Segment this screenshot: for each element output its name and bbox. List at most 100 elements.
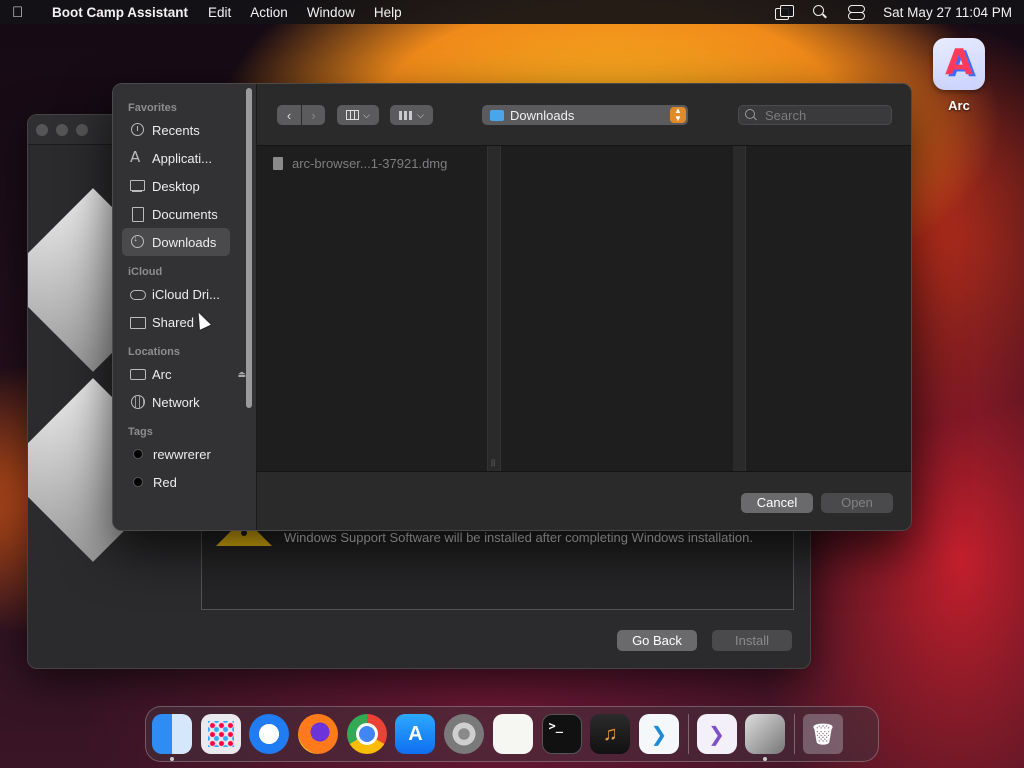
globe-icon [130, 395, 146, 409]
arc-app-icon [933, 38, 985, 90]
updown-chevron-icon: ▲ ▼ [670, 107, 686, 123]
dock-divider [687, 714, 689, 754]
sidebar-item-label: Downloads [152, 234, 217, 250]
location-label: Downloads [510, 107, 575, 123]
firefox-icon[interactable] [298, 714, 339, 754]
desktop-icon [130, 179, 146, 193]
search-input[interactable] [765, 107, 885, 123]
control-center-icon[interactable] [847, 5, 866, 20]
search-icon [745, 109, 757, 121]
grid-view-icon [399, 110, 414, 120]
file-name: arc-browser...1-37921.dmg [292, 156, 448, 171]
cancel-button[interactable]: Cancel [741, 493, 813, 513]
sidebar-item-recents[interactable]: Recents [122, 116, 230, 144]
app-store-icon[interactable]: A [395, 714, 436, 754]
menu-action[interactable]: Action [250, 5, 288, 20]
browser-column-1: arc-browser...1-37921.dmg [257, 146, 488, 471]
downloads-icon [130, 233, 146, 249]
sidebar-item-applications[interactable]: Applicati... [122, 144, 230, 172]
applications-icon [130, 148, 146, 166]
visual-studio-icon[interactable]: ❯ [696, 714, 737, 754]
apple-menu-icon[interactable]:  [12, 4, 38, 21]
vscode-icon[interactable]: ❯ [638, 714, 679, 754]
menu-app-name[interactable]: Boot Camp Assistant [52, 5, 188, 20]
launchpad-icon[interactable] [200, 714, 241, 754]
search-field[interactable] [738, 105, 892, 125]
document-icon [130, 207, 146, 222]
spotlight-search-icon[interactable] [811, 5, 829, 19]
sidebar-item-label: Recents [152, 122, 200, 138]
sidebar-section-favorites: Favorites [128, 102, 177, 114]
column-divider[interactable] [488, 146, 501, 471]
sidebar-item-label: Applicati... [152, 150, 212, 166]
tag-color-dot [133, 449, 143, 459]
menu-help[interactable]: Help [374, 5, 402, 20]
forward-button[interactable]: › [302, 105, 325, 125]
go-back-button[interactable]: Go Back [617, 630, 697, 651]
desktop-icon-label: Arc [948, 98, 970, 113]
menu-bar:  Boot Camp Assistant Edit Action Window… [0, 0, 1024, 24]
view-mode-button[interactable]: ⌵ [337, 105, 379, 125]
clock-icon [130, 123, 146, 137]
file-icon [273, 157, 283, 170]
sidebar-scrollbar[interactable] [246, 88, 252, 408]
finder-icon[interactable] [152, 714, 192, 761]
column-divider[interactable] [733, 146, 746, 471]
sidebar-item-label: rewwrerer [153, 446, 211, 462]
sidebar-section-locations: Locations [128, 346, 180, 358]
dialog-toolbar: ‹ › ⌵ ⌵ Downloads ▲ ▼ [257, 84, 911, 146]
back-button[interactable]: ‹ [277, 105, 301, 125]
open-button[interactable]: Open [821, 493, 893, 513]
screen-mirroring-icon[interactable] [775, 5, 795, 20]
settings-gear-icon[interactable] [444, 714, 485, 754]
sidebar-item-network[interactable]: Network [122, 388, 230, 416]
sidebar-item-tag-rewwrerer[interactable]: rewwrerer [122, 440, 230, 468]
tag-color-dot [133, 477, 143, 487]
desktop-icon-arc[interactable]: Arc [926, 38, 992, 113]
chevron-left-icon: ‹ [286, 107, 292, 123]
sidebar-item-desktop[interactable]: Desktop [122, 172, 230, 200]
info-box: Windows Support Software will be install… [201, 518, 794, 610]
chevron-down-icon: ⌵ [417, 109, 424, 120]
sidebar-item-arc-volume[interactable]: Arc ⏏ [122, 360, 246, 388]
close-window-button[interactable] [36, 124, 48, 136]
dialog-sidebar: Favorites Recents Applicati... Desktop D… [113, 84, 257, 530]
menu-edit[interactable]: Edit [208, 5, 231, 20]
bootcamp-icon[interactable] [745, 714, 786, 761]
sidebar-item-label: Red [153, 474, 177, 490]
sidebar-section-tags: Tags [128, 426, 153, 438]
safari-icon[interactable] [249, 714, 290, 754]
install-button[interactable]: Install [712, 630, 792, 651]
column-view-icon [346, 110, 360, 120]
group-by-button[interactable]: ⌵ [390, 105, 433, 125]
dialog-footer: Cancel Open [257, 471, 911, 530]
chrome-icon[interactable] [346, 714, 387, 754]
file-browser-columns: arc-browser...1-37921.dmg || [257, 146, 911, 471]
eject-icon[interactable]: ⏏ [237, 369, 246, 380]
menu-clock[interactable]: Sat May 27 11:04 PM [883, 5, 1012, 20]
minimize-window-button[interactable] [56, 124, 68, 136]
chevron-down-icon: ⌵ [363, 109, 370, 120]
sidebar-item-shared[interactable]: Shared [122, 308, 230, 336]
sidebar-item-label: Arc [152, 366, 172, 382]
sidebar-item-tag-red[interactable]: Red [122, 468, 230, 496]
menu-window[interactable]: Window [307, 5, 355, 20]
sidebar-item-label: Desktop [152, 178, 200, 194]
dock-divider [793, 714, 795, 754]
sidebar-item-downloads[interactable]: Downloads [122, 228, 230, 256]
dock: A >_ ♫ ❯ ❯ 🗑 [145, 706, 879, 762]
garageband-icon[interactable]: ♫ [590, 714, 631, 754]
sidebar-item-label: Network [152, 394, 200, 410]
sidebar-item-documents[interactable]: Documents [122, 200, 230, 228]
textedit-icon[interactable] [492, 714, 533, 754]
sidebar-item-label: Shared [152, 314, 194, 330]
folder-icon [490, 109, 504, 121]
trash-icon[interactable]: 🗑 [802, 714, 843, 754]
terminal-icon[interactable]: >_ [541, 714, 582, 754]
file-item[interactable]: arc-browser...1-37921.dmg [273, 156, 447, 171]
column-resize-handle[interactable]: || [491, 458, 495, 467]
location-popup[interactable]: Downloads ▲ ▼ [482, 105, 688, 125]
sidebar-item-icloud-drive[interactable]: iCloud Dri... [122, 280, 230, 308]
drive-icon [130, 367, 146, 381]
zoom-window-button[interactable] [76, 124, 88, 136]
